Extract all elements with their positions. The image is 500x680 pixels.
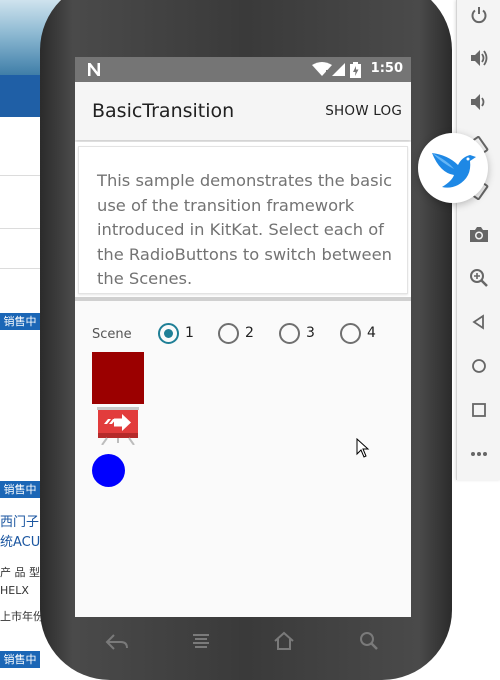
- description-text: This sample demonstrates the basic use o…: [97, 171, 393, 288]
- radio-circle[interactable]: [158, 323, 179, 344]
- app-title: BasicTransition: [92, 100, 235, 122]
- bird-icon[interactable]: [418, 133, 488, 203]
- show-log-button[interactable]: SHOW LOG: [325, 103, 402, 119]
- camera-icon[interactable]: [457, 219, 500, 249]
- overview-icon[interactable]: [457, 395, 500, 425]
- mouse-cursor-icon: [356, 438, 370, 458]
- radio-circle[interactable]: [340, 323, 361, 344]
- background-spec-value: HELX: [0, 584, 29, 597]
- scene-radio-4[interactable]: 4: [340, 323, 402, 347]
- description-card: This sample demonstrates the basic use o…: [78, 146, 408, 294]
- app-bar: BasicTransition SHOW LOG: [75, 82, 411, 140]
- scene-radio-1[interactable]: 1: [158, 323, 220, 347]
- background-product-title[interactable]: 统ACU: [0, 531, 40, 550]
- radio-circle[interactable]: [279, 323, 300, 344]
- notification-n-icon: [88, 63, 100, 76]
- home-icon[interactable]: [457, 351, 500, 381]
- battery-icon: [350, 62, 361, 78]
- scene-radio-3[interactable]: 3: [279, 323, 341, 347]
- section-divider: [75, 297, 411, 301]
- floating-bird-widget[interactable]: [418, 133, 488, 203]
- background-spec-label: 上市年份: [0, 610, 44, 623]
- home-icon[interactable]: [273, 631, 295, 651]
- scene-square: [92, 352, 144, 404]
- scene-radio-2[interactable]: 2: [218, 323, 280, 347]
- device-screen: 1:50 BasicTransition SHOW LOG This sampl…: [75, 57, 411, 617]
- scene-label: Scene: [92, 327, 132, 342]
- radio-label[interactable]: 3: [306, 325, 315, 341]
- zoom-icon[interactable]: [457, 263, 500, 293]
- more-icon[interactable]: [457, 439, 500, 469]
- signal-icon: [332, 63, 345, 76]
- back-icon[interactable]: [457, 307, 500, 337]
- power-icon[interactable]: [457, 0, 500, 30]
- sale-badge[interactable]: 销售中: [0, 313, 40, 330]
- background-product-title[interactable]: 西门子: [0, 511, 39, 530]
- sale-badge[interactable]: 销售中: [0, 481, 40, 498]
- volume-down-icon[interactable]: [457, 87, 500, 117]
- radio-label[interactable]: 2: [245, 325, 254, 341]
- presentation-icon: [97, 407, 139, 445]
- volume-up-icon[interactable]: [457, 43, 500, 73]
- radio-circle[interactable]: [218, 323, 239, 344]
- radio-label[interactable]: 4: [367, 325, 376, 341]
- emulator-toolbar: [456, 0, 500, 480]
- sale-badge[interactable]: 销售中: [0, 651, 40, 668]
- wifi-icon: [312, 62, 332, 76]
- status-time: 1:50: [370, 61, 403, 76]
- back-icon[interactable]: [105, 633, 129, 651]
- radio-label[interactable]: 1: [185, 325, 194, 341]
- description-panel: This sample demonstrates the basic use o…: [75, 142, 411, 297]
- recent-apps-icon[interactable]: [191, 633, 211, 651]
- background-spec-label: 产 品 型: [0, 566, 40, 579]
- device-nav-bar: [75, 617, 411, 670]
- status-bar: 1:50: [75, 57, 411, 82]
- search-icon[interactable]: [359, 631, 379, 651]
- scene-circle: [92, 454, 125, 487]
